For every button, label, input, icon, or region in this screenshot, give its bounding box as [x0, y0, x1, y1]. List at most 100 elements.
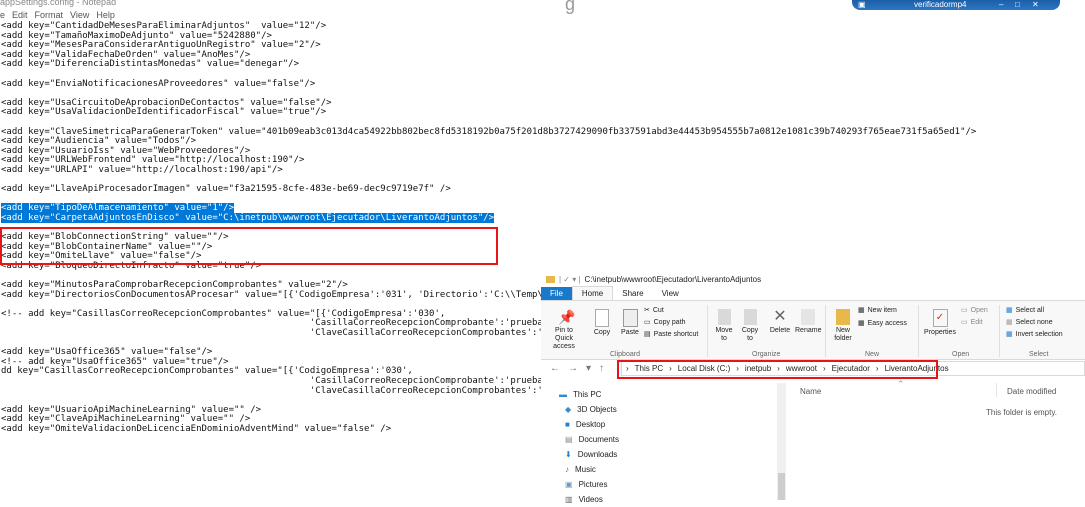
invert-selection-icon: ▦ [1006, 331, 1013, 338]
explorer-titlebar: | ✓ ▾ | C:\inetpub\wwwroot\Ejecutador\Li… [541, 271, 1085, 287]
group-select: Select [1029, 351, 1049, 358]
maximize-button[interactable]: □ [1015, 0, 1020, 9]
column-header-date-modified[interactable]: Date modified [1007, 387, 1056, 396]
new-folder-label: New folder [834, 327, 852, 342]
recent-dropdown-icon[interactable]: ▾ [586, 363, 591, 374]
nav-label: Downloads [577, 450, 618, 459]
edit-button[interactable]: ▭ Edit [961, 318, 983, 327]
file-explorer-window: | ✓ ▾ | C:\inetpub\wwwroot\Ejecutador\Li… [541, 271, 1085, 504]
new-item-button[interactable]: ▦ New item [858, 306, 897, 315]
music-icon: ♪ [565, 465, 569, 474]
new-item-icon: ▦ [858, 307, 865, 314]
selected-text: <add key="CarpetaAdjuntosEnDisco" value=… [1, 212, 495, 223]
minimize-button[interactable]: – [999, 0, 1003, 9]
new-folder-icon [836, 309, 850, 325]
copy-to-button[interactable]: Copy to [739, 309, 761, 343]
cut-label: Cut [652, 306, 664, 314]
easy-access-button[interactable]: ▦ Easy access [858, 319, 907, 328]
move-to-button[interactable]: Move to [713, 309, 735, 343]
selected-text: <add key="TipoDeAlmacenamiento" value="1… [1, 203, 234, 214]
copy-path-icon: ▭ [644, 319, 651, 326]
ribbon-separator [999, 305, 1000, 357]
up-arrow-icon[interactable]: ↑ [599, 363, 604, 374]
select-none-button[interactable]: ▦ Select none [1006, 318, 1053, 327]
quick-access-toolbar-icon[interactable]: | ✓ ▾ | [559, 275, 581, 284]
tab-view[interactable]: View [653, 287, 688, 300]
paste-label: Paste [621, 329, 639, 336]
edit-icon: ▭ [961, 319, 968, 326]
nav-pane-scrollbar[interactable] [777, 383, 786, 500]
group-new: New [865, 351, 880, 358]
nav-item-downloads[interactable]: ⬇ Downloads [559, 447, 769, 462]
copy-button[interactable]: Copy [591, 309, 613, 337]
sort-chevron-up-icon: ⌃ [897, 379, 905, 389]
paste-shortcut-label: Paste shortcut [653, 330, 699, 338]
background-glyph: g [565, 0, 576, 14]
window-title-path: C:\inetpub\wwwroot\Ejecutador\LiverantoA… [584, 274, 762, 284]
delete-button[interactable]: ✕ Delete [767, 309, 793, 335]
ribbon-separator [707, 305, 708, 357]
group-clipboard: Clipboard [610, 351, 640, 358]
cut-button[interactable]: ✂ Cut [644, 306, 664, 315]
back-arrow-icon[interactable]: ← [550, 363, 560, 374]
forward-arrow-icon[interactable]: → [568, 363, 578, 374]
tab-share[interactable]: Share [613, 287, 652, 300]
nav-item-documents[interactable]: ▤ Documents [559, 432, 769, 447]
empty-folder-message: This folder is empty. [986, 408, 1057, 417]
navigation-pane: ▬ This PC ◆ 3D Objects ■ Desktop ▤ Documents… [559, 387, 769, 507]
open-icon: ▭ [961, 307, 968, 314]
text-line: <add key="DiferenciaDistintasMonedas" va… [1, 59, 300, 70]
column-header-name[interactable]: Name [800, 387, 821, 396]
easy-access-label: Easy access [867, 319, 907, 327]
ribbon-separator [918, 305, 919, 357]
open-label: Open [970, 306, 988, 314]
paste-shortcut-button[interactable]: ▤ Paste shortcut [644, 330, 699, 339]
copy-to-label: Copy to [741, 327, 759, 342]
cube-icon: ◆ [565, 405, 572, 414]
properties-label: Properties [924, 329, 956, 336]
nav-label: Documents [578, 435, 620, 444]
nav-item-pictures[interactable]: ▣ Pictures [559, 477, 769, 492]
group-organize: Organize [752, 351, 781, 358]
download-icon: ⬇ [565, 450, 572, 459]
nav-label: Pictures [578, 480, 608, 489]
ribbon-tabs: File Home Share View [541, 286, 1085, 300]
copy-path-button[interactable]: ▭ Copy path [644, 318, 686, 327]
move-to-label: Move to [715, 327, 733, 342]
properties-icon: ✓ [932, 309, 948, 327]
invert-selection-button[interactable]: ▦ Invert selection [1006, 330, 1063, 339]
properties-button[interactable]: ✓ Properties [922, 309, 958, 337]
nav-label: Music [575, 465, 596, 474]
paste-button[interactable]: Paste [619, 309, 641, 337]
tab-file[interactable]: File [541, 287, 572, 300]
text-line: <add key="EnviaNotificacionesAProveedore… [1, 78, 316, 89]
remote-window-titlebar[interactable]: ▣ verificadormp4 – □ ✕ [852, 0, 1060, 10]
select-all-button[interactable]: ▦ Select all [1006, 306, 1045, 315]
nav-item-music[interactable]: ♪ Music [559, 462, 769, 477]
easy-access-icon: ▦ [858, 320, 865, 327]
pictures-icon: ▣ [565, 480, 573, 489]
select-all-label: Select all [1015, 306, 1045, 314]
nav-item-3d-objects[interactable]: ◆ 3D Objects [559, 402, 769, 417]
window-icon: ▣ [858, 0, 866, 9]
pin-icon: 📌 [558, 309, 576, 325]
pin-to-quick-access-button[interactable]: 📌 Pin to Quick access [547, 309, 581, 351]
documents-icon: ▤ [565, 435, 573, 444]
text-line: <add key="CarpetaAdjuntosEnDisco" value=… [1, 212, 976, 224]
folder-icon [546, 275, 555, 283]
close-button[interactable]: ✕ [1032, 0, 1039, 9]
open-button[interactable]: ▭ Open [961, 306, 988, 315]
window-title: verificadormp4 [914, 0, 967, 9]
rename-icon [801, 309, 815, 325]
tab-home[interactable]: Home [571, 286, 614, 300]
nav-item-desktop[interactable]: ■ Desktop [559, 417, 769, 432]
pin-label: Pin to Quick access [553, 327, 575, 350]
new-item-label: New item [867, 306, 897, 314]
desktop-icon: ■ [565, 420, 570, 429]
scrollbar-thumb[interactable] [778, 473, 785, 500]
rename-button[interactable]: Rename [795, 309, 821, 335]
new-folder-button[interactable]: New folder [831, 309, 855, 343]
nav-item-this-pc[interactable]: ▬ This PC [559, 387, 769, 402]
move-to-icon [717, 309, 731, 325]
scissors-icon: ✂ [644, 307, 650, 314]
